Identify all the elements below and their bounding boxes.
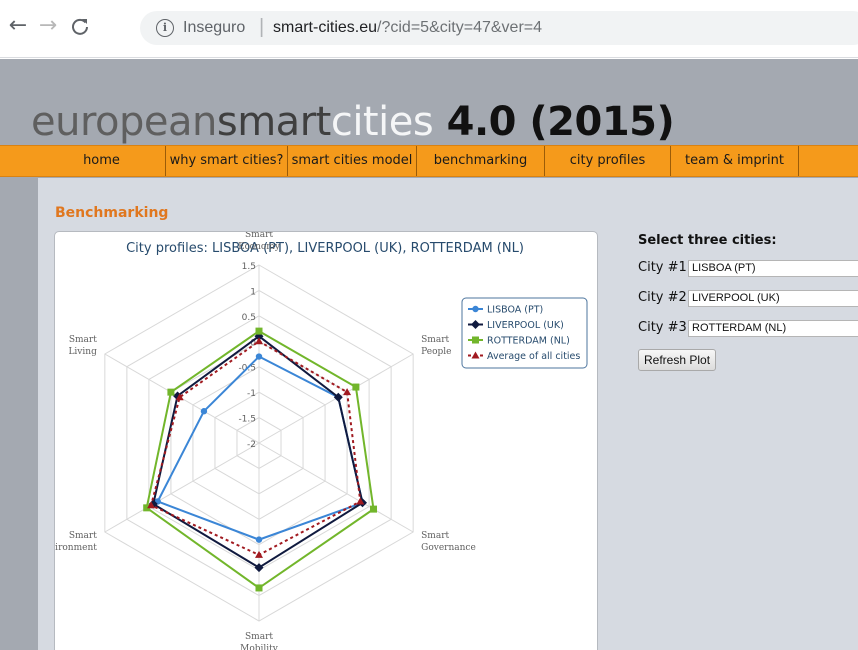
axis-label-line: Smart <box>421 335 449 345</box>
back-arrow-icon[interactable]: ← <box>6 14 30 38</box>
content-area: Benchmarking City profiles: LISBOA (PT),… <box>38 178 858 650</box>
web-page: europeansmartcities 4.0 (2015) home why … <box>0 59 858 650</box>
menu-smart-cities-model[interactable]: smart cities model <box>288 146 417 176</box>
axis-label: Smart Mobility <box>240 632 279 650</box>
tick-label: -2 <box>247 440 256 450</box>
axis-label: Smart Economy <box>238 232 281 252</box>
tick-label: 1.5 <box>242 262 256 272</box>
series-point <box>255 327 263 335</box>
address-bar[interactable]: i Inseguro | smart-cities.eu/?cid=5&city… <box>140 11 858 45</box>
form-heading: Select three cities: <box>638 233 777 248</box>
legend-label: Average of all cities <box>487 351 580 362</box>
tick-label: -1.5 <box>238 415 256 425</box>
site-header: europeansmartcities 4.0 (2015) <box>0 59 858 145</box>
radar-tick-labels: 1.510.50-0.5-1-1.5-2 <box>238 262 256 450</box>
series-line <box>152 334 364 569</box>
url-host: smart-cities.eu <box>273 19 378 36</box>
chart-title: City profiles: LISBOA (PT), LIVERPOOL (U… <box>126 241 524 256</box>
axis-label-line: Smart <box>69 531 97 541</box>
legend-label: LIVERPOOL (UK) <box>487 320 564 331</box>
logo-version: 4.0 (2015) <box>433 99 675 145</box>
axis-label-line: Smart <box>245 232 273 240</box>
series-point <box>255 536 263 543</box>
city3-select[interactable]: ROTTERDAM (NL) <box>688 320 858 337</box>
city1-label: City #1: <box>638 260 692 275</box>
security-status-label[interactable]: Inseguro <box>183 19 245 37</box>
radar-chart: City profiles: LISBOA (PT), LIVERPOOL (U… <box>55 232 588 650</box>
axis-label: Smart Environment <box>55 531 97 553</box>
info-icon[interactable]: i <box>156 19 174 37</box>
browser-toolbar: ← → i Inseguro | smart-cities.eu/?cid=5&… <box>0 0 858 58</box>
series-point <box>167 388 175 396</box>
radar-chart-panel: City profiles: LISBOA (PT), LIVERPOOL (U… <box>54 231 598 650</box>
menu-team-imprint[interactable]: team & imprint <box>671 146 799 176</box>
city1-select[interactable]: LISBOA (PT) <box>688 260 858 277</box>
logo-smart: smart <box>216 99 331 145</box>
menu-benchmarking[interactable]: benchmarking <box>417 146 545 176</box>
left-margin <box>0 178 38 650</box>
city2-select[interactable]: LIVERPOOL (UK) <box>688 290 858 307</box>
reload-glyph <box>72 18 88 35</box>
url-divider: | <box>259 16 265 38</box>
axis-label-line: Environment <box>55 543 97 553</box>
main-menu: home why smart cities? smart cities mode… <box>0 145 858 177</box>
axis-label-line: Economy <box>238 242 281 252</box>
axis-label-line: Smart <box>421 531 449 541</box>
city3-label: City #3: <box>638 320 692 335</box>
legend-label: LISBOA (PT) <box>487 305 543 316</box>
series-point <box>472 305 479 313</box>
axis-label: Smart Governance <box>421 531 476 553</box>
menu-home[interactable]: home <box>38 146 166 176</box>
tick-label: 1 <box>250 287 256 297</box>
series-point <box>370 505 378 513</box>
tick-label: -1 <box>247 389 256 399</box>
axis-label: Smart Living <box>68 335 97 357</box>
chart-legend: LISBOA (PT) LIVERPOOL (UK) ROTTERDAM (NL) A… <box>461 297 588 369</box>
tick-label: 0.5 <box>242 313 256 323</box>
series-point <box>200 408 208 415</box>
axis-label-line: Living <box>68 347 97 357</box>
city2-label: City #2: <box>638 290 692 305</box>
section-title: Benchmarking <box>55 205 169 221</box>
axis-label-line: Smart <box>245 632 273 642</box>
url-text[interactable]: smart-cities.eu/?cid=5&city=47&ver=4 <box>273 19 542 37</box>
forward-arrow-icon[interactable]: → <box>36 14 60 38</box>
series-point <box>472 336 479 344</box>
logo-european: european <box>31 99 217 145</box>
series-point <box>343 388 352 396</box>
series-point <box>352 383 360 391</box>
series-point <box>255 584 263 592</box>
series-point <box>255 550 263 558</box>
series-point <box>255 353 263 360</box>
axis-label-line: Smart <box>69 335 97 345</box>
logo-cities: cities <box>330 99 434 145</box>
reload-icon[interactable] <box>68 14 92 38</box>
axis-label-line: Mobility <box>240 644 279 650</box>
menu-city-profiles[interactable]: city profiles <box>545 146 671 176</box>
menu-why-smart-cities[interactable]: why smart cities? <box>166 146 288 176</box>
legend-label: ROTTERDAM (NL) <box>487 336 570 347</box>
site-logo[interactable]: europeansmartcities 4.0 (2015) <box>31 99 675 145</box>
url-path: /?cid=5&city=47&ver=4 <box>377 19 543 36</box>
axis-label-line: People <box>421 347 451 357</box>
refresh-plot-button[interactable]: Refresh Plot <box>638 349 717 371</box>
axis-label: Smart People <box>421 335 451 357</box>
axis-label-line: Governance <box>421 543 476 553</box>
